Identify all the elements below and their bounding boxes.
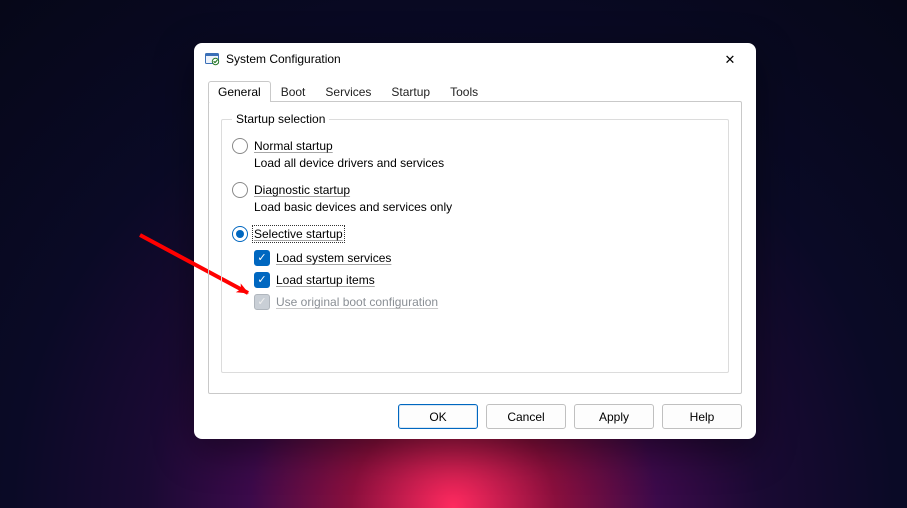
use-original-boot-label: Use original boot configuration [276, 295, 438, 309]
tab-tools[interactable]: Tools [440, 81, 488, 102]
radio-normal-label: Normal startup [254, 139, 333, 153]
msconfig-icon [204, 51, 220, 67]
checkbox-use-original-boot: ✓ Use original boot configuration [254, 294, 718, 310]
window-title: System Configuration [226, 52, 708, 66]
tab-boot-label: Boot [281, 85, 306, 99]
system-configuration-window: System Configuration ✕ General Boot Serv… [194, 43, 756, 439]
apply-button-label: Apply [599, 410, 629, 424]
close-icon: ✕ [725, 53, 736, 66]
cancel-button-label: Cancel [507, 410, 544, 424]
client-area: General Boot Services Startup Tools Star… [194, 75, 756, 439]
tab-services[interactable]: Services [315, 81, 381, 102]
cancel-button[interactable]: Cancel [486, 404, 566, 429]
tabpanel-general: Startup selection Normal startup Load al… [208, 101, 742, 394]
tab-boot[interactable]: Boot [271, 81, 316, 102]
radio-normal-startup[interactable]: Normal startup [232, 138, 718, 154]
help-button-label: Help [690, 410, 715, 424]
tabstrip: General Boot Services Startup Tools [208, 79, 742, 101]
radio-selective-startup[interactable]: Selective startup [232, 226, 718, 242]
checkbox-icon: ✓ [254, 272, 270, 288]
tab-general-label: General [218, 85, 261, 99]
radio-selective-label: Selective startup [254, 227, 343, 241]
dialog-button-row: OK Cancel Apply Help [208, 394, 742, 429]
radio-icon [232, 182, 248, 198]
radio-icon [232, 138, 248, 154]
titlebar[interactable]: System Configuration ✕ [194, 43, 756, 75]
checkmark-icon: ✓ [257, 297, 266, 308]
radio-diagnostic-label: Diagnostic startup [254, 183, 350, 197]
close-button[interactable]: ✕ [708, 44, 752, 74]
checkbox-icon: ✓ [254, 250, 270, 266]
ok-button[interactable]: OK [398, 404, 478, 429]
tab-tools-label: Tools [450, 85, 478, 99]
checkbox-load-system-services[interactable]: ✓ Load system services [254, 250, 718, 266]
checkbox-icon: ✓ [254, 294, 270, 310]
startup-selection-group: Startup selection Normal startup Load al… [221, 112, 729, 373]
radio-icon [232, 226, 248, 242]
checkbox-load-startup-items[interactable]: ✓ Load startup items [254, 272, 718, 288]
tab-startup[interactable]: Startup [381, 81, 440, 102]
checkmark-icon: ✓ [257, 253, 266, 264]
load-system-services-label: Load system services [276, 251, 391, 265]
diagnostic-startup-desc: Load basic devices and services only [254, 200, 718, 214]
normal-startup-desc: Load all device drivers and services [254, 156, 718, 170]
tab-services-label: Services [325, 85, 371, 99]
radio-diagnostic-startup[interactable]: Diagnostic startup [232, 182, 718, 198]
group-legend: Startup selection [232, 112, 329, 126]
help-button[interactable]: Help [662, 404, 742, 429]
load-startup-items-label: Load startup items [276, 273, 375, 287]
tab-startup-label: Startup [391, 85, 430, 99]
desktop-background: System Configuration ✕ General Boot Serv… [0, 0, 907, 508]
checkmark-icon: ✓ [257, 275, 266, 286]
apply-button[interactable]: Apply [574, 404, 654, 429]
ok-button-label: OK [429, 410, 446, 424]
tab-general[interactable]: General [208, 81, 271, 102]
